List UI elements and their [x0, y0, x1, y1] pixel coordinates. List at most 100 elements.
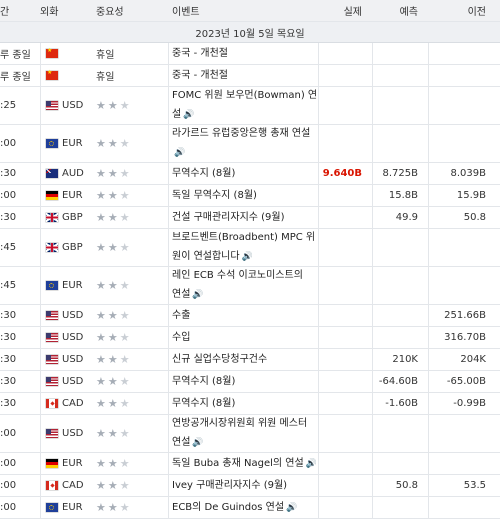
country-flag-cell: [44, 475, 60, 496]
event-name-line[interactable]: 연설 🔊: [172, 285, 204, 305]
event-name[interactable]: 수출: [172, 305, 322, 326]
event-name[interactable]: 수입: [172, 327, 322, 348]
column-divider: [428, 327, 429, 348]
column-divider: [372, 475, 373, 496]
event-name[interactable]: 무역수지 (8월): [172, 393, 322, 414]
event-name[interactable]: 무역수지 (8월): [172, 371, 322, 392]
event-name-line[interactable]: 레인 ECB 수석 이코노미스트의: [172, 266, 303, 285]
event-name[interactable]: 레인 ECB 수석 이코노미스트의연설 🔊: [172, 267, 322, 304]
event-name-line[interactable]: 수입: [172, 328, 190, 347]
event-text[interactable]: 레인 ECB 수석 이코노미스트의: [172, 270, 303, 281]
event-name[interactable]: FOMC 위원 보우먼(Bowman) 연설 🔊: [172, 87, 322, 124]
event-name-line[interactable]: FOMC 위원 보우먼(Bowman) 연: [172, 86, 317, 105]
actual-value: [318, 207, 362, 228]
event-name-line[interactable]: 원이 연설합니다 🔊: [172, 247, 253, 267]
event-text[interactable]: 설: [172, 109, 181, 120]
event-text[interactable]: 독일 Buba 총재 Nagel의 연설: [172, 458, 304, 469]
event-name-line[interactable]: 설 🔊: [172, 105, 194, 125]
importance-stars: ★ ★ ★: [96, 267, 158, 304]
event-name-line[interactable]: ECB의 De Guindos 연설 🔊: [172, 498, 297, 518]
header-currency[interactable]: 외화: [40, 0, 80, 21]
actual-value: [318, 65, 362, 86]
event-text[interactable]: 연설: [172, 289, 190, 300]
forecast-value: 49.9: [395, 212, 418, 223]
event-text[interactable]: 브로드벤트(Broadbent) MPC 위: [172, 232, 315, 243]
event-name[interactable]: 연방공개시장위원회 위원 메스터연설 🔊: [172, 415, 322, 452]
event-name-line[interactable]: 연설 🔊: [172, 433, 204, 453]
event-text[interactable]: 건설 구매관리자지수 (9월): [172, 212, 285, 223]
header-previous[interactable]: 이전: [454, 0, 486, 21]
event-text[interactable]: 수입: [172, 332, 190, 343]
previous-value: [430, 453, 486, 474]
event-time: :30: [0, 212, 17, 223]
event-name-line[interactable]: 수출: [172, 306, 190, 325]
event-name[interactable]: ECB의 De Guindos 연설 🔊: [172, 497, 322, 518]
event-name[interactable]: 무역수지 (8월): [172, 163, 322, 184]
event-text[interactable]: 무역수지 (8월): [172, 376, 235, 387]
column-divider: [428, 415, 429, 452]
country-flag-cell: [44, 327, 60, 348]
star-icon: ★: [96, 375, 106, 388]
event-text[interactable]: 독일 무역수지 (8월): [172, 190, 257, 201]
event-name-line[interactable]: 건설 구매관리자지수 (9월): [172, 208, 285, 227]
event-text[interactable]: 원이 연설합니다: [172, 251, 240, 262]
importance-stars: ★ ★ ★: [96, 475, 158, 496]
event-text[interactable]: 중국 - 개천절: [172, 48, 228, 59]
speech-icon: 🔊: [192, 290, 204, 300]
event-text[interactable]: ECB의 De Guindos 연설: [172, 502, 284, 513]
previous-value: 8.039B: [450, 168, 487, 179]
star-icon: ★: [119, 189, 130, 202]
eu-flag-icon: [46, 281, 58, 290]
event-time: :30: [0, 354, 17, 365]
header-actual[interactable]: 실제: [330, 0, 362, 21]
header-importance[interactable]: 중요성: [96, 0, 156, 21]
speech-icon: 🔊: [305, 458, 317, 469]
event-text[interactable]: 라가르드 유럽중앙은행 총재 연설: [172, 128, 310, 139]
event-name-line[interactable]: 브로드벤트(Broadbent) MPC 위: [172, 228, 315, 247]
header-time[interactable]: 간: [0, 0, 38, 21]
event-text[interactable]: 연방공개시장위원회 위원 메스터: [172, 418, 307, 429]
event-name[interactable]: 건설 구매관리자지수 (9월): [172, 207, 322, 228]
event-text[interactable]: FOMC 위원 보우먼(Bowman) 연: [172, 90, 317, 101]
event-text[interactable]: 중국 - 개천절: [172, 70, 228, 81]
event-name-line[interactable]: 연방공개시장위원회 위원 메스터: [172, 414, 307, 433]
event-time: :45: [0, 280, 17, 291]
event-name[interactable]: 브로드벤트(Broadbent) MPC 위원이 연설합니다 🔊: [172, 229, 322, 266]
importance-stars: ★ ★ ★: [96, 349, 158, 370]
event-name[interactable]: 중국 - 개천절: [172, 65, 322, 86]
star-icon: ★: [119, 331, 130, 344]
event-name[interactable]: 중국 - 개천절: [172, 43, 322, 64]
event-name[interactable]: 독일 무역수지 (8월): [172, 185, 322, 206]
event-name-line[interactable]: 🔊: [172, 143, 185, 163]
star-icon: ★: [107, 353, 118, 366]
column-divider: [318, 349, 319, 370]
event-name[interactable]: 독일 Buba 총재 Nagel의 연설 🔊: [172, 453, 322, 474]
event-name-line[interactable]: 독일 무역수지 (8월): [172, 186, 257, 205]
table-row: :30 USD ★ ★ ★ 수출 251.66B: [0, 305, 500, 327]
event-name-line[interactable]: 신규 실업수당청구건수: [172, 350, 267, 369]
event-name-line[interactable]: 독일 Buba 총재 Nagel의 연설 🔊: [172, 454, 317, 474]
column-divider: [168, 207, 169, 228]
event-name-line[interactable]: 무역수지 (8월): [172, 372, 235, 391]
header-event[interactable]: 이벤트: [172, 0, 232, 21]
event-text[interactable]: 무역수지 (8월): [172, 168, 235, 179]
event-name-line[interactable]: 중국 - 개천절: [172, 66, 228, 85]
event-name-line[interactable]: 중국 - 개천절: [172, 44, 228, 63]
column-divider: [40, 497, 41, 518]
event-text[interactable]: Ivey 구매관리자지수 (9월): [172, 480, 287, 491]
event-name-line[interactable]: 라가르드 유럽중앙은행 총재 연설: [172, 124, 310, 143]
event-name[interactable]: 라가르드 유럽중앙은행 총재 연설 🔊: [172, 125, 322, 162]
column-divider: [40, 185, 41, 206]
ca-flag-icon: [46, 481, 58, 490]
event-text[interactable]: 연설: [172, 437, 190, 448]
header-forecast[interactable]: 예측: [386, 0, 418, 21]
event-text[interactable]: 무역수지 (8월): [172, 398, 235, 409]
importance-stars: ★ ★ ★: [96, 229, 158, 266]
event-name-line[interactable]: 무역수지 (8월): [172, 164, 235, 183]
event-name-line[interactable]: 무역수지 (8월): [172, 394, 235, 413]
event-text[interactable]: 신규 실업수당청구건수: [172, 354, 267, 365]
event-name[interactable]: 신규 실업수당청구건수: [172, 349, 322, 370]
event-text[interactable]: 수출: [172, 310, 190, 321]
event-name-line[interactable]: Ivey 구매관리자지수 (9월): [172, 476, 287, 495]
event-name[interactable]: Ivey 구매관리자지수 (9월): [172, 475, 322, 496]
